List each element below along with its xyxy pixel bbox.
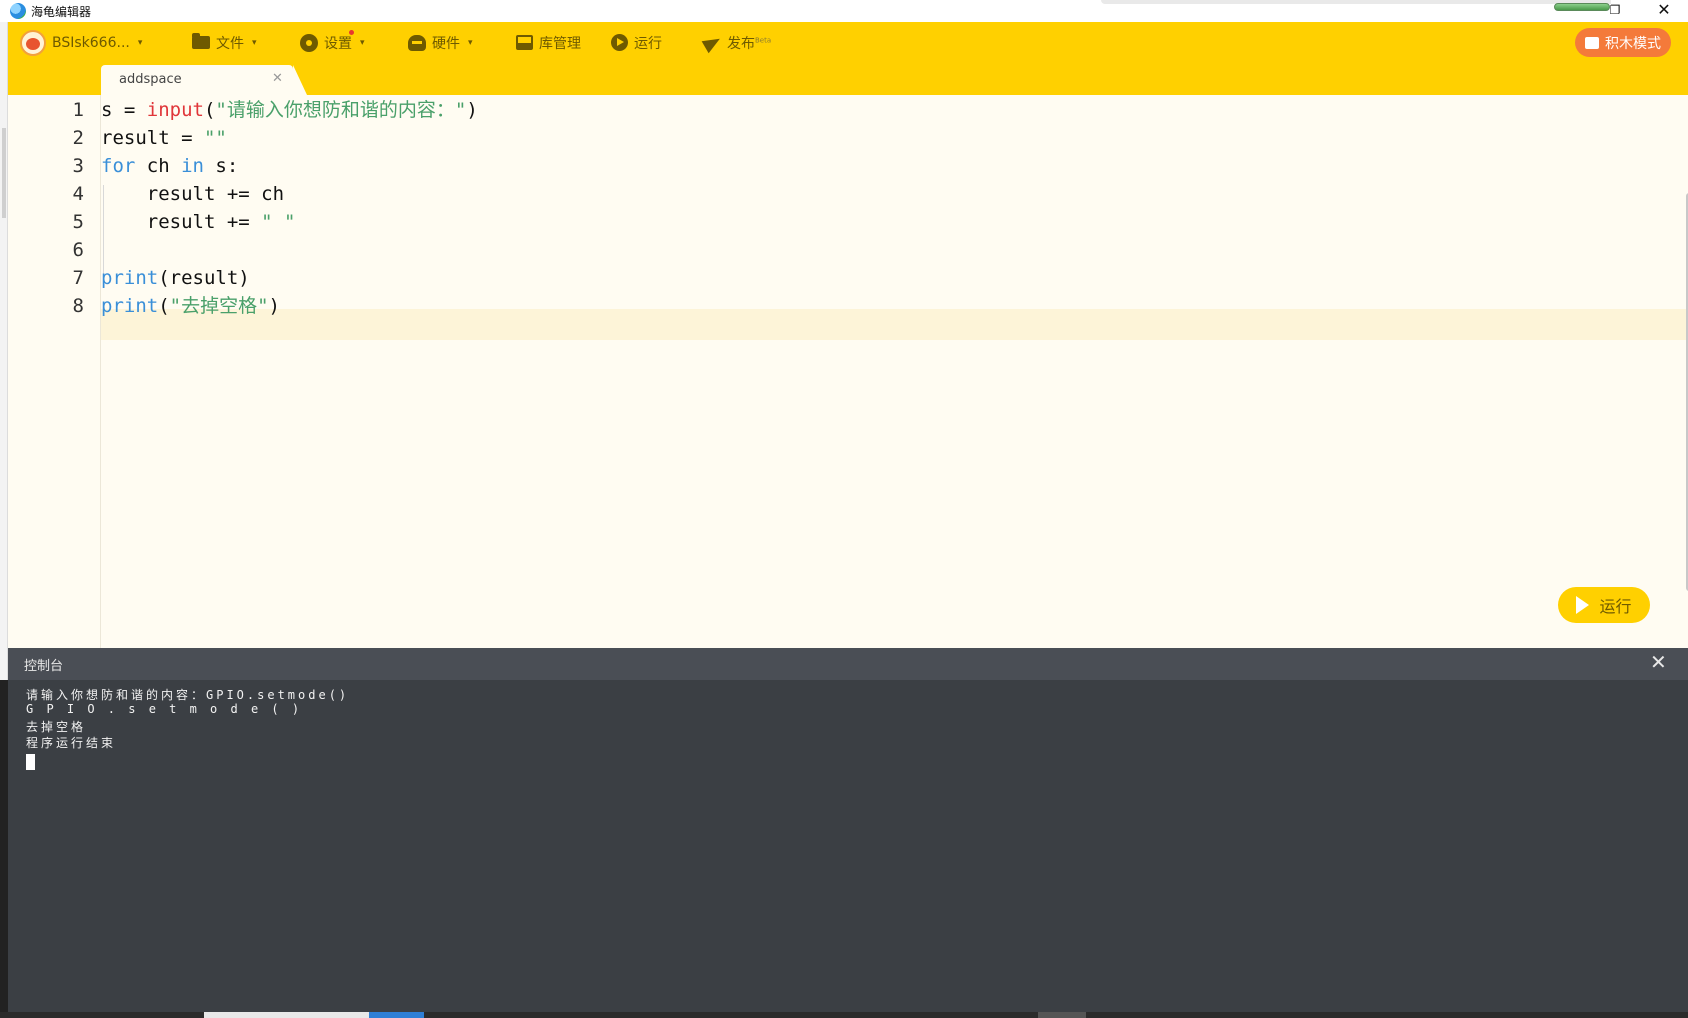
- hardware-menu-label: 硬件: [432, 35, 460, 52]
- chevron-down-icon: ▾: [137, 37, 143, 48]
- code-token: for: [101, 155, 136, 177]
- settings-menu[interactable]: 设置 ▾: [300, 22, 365, 63]
- run-code-button[interactable]: 运行: [1558, 587, 1650, 623]
- line-number-gutter: 1 2 3 4 5 6 7 8: [8, 95, 101, 648]
- line-number: 7: [72, 267, 84, 289]
- folder-icon: [192, 33, 210, 49]
- code-line[interactable]: result = "": [101, 123, 227, 153]
- close-tab-icon[interactable]: ✕: [272, 71, 283, 86]
- taskbar-item[interactable]: [204, 1012, 369, 1018]
- block-mode-label: 积木模式: [1605, 35, 1661, 52]
- user-menu[interactable]: BSIsk666... ▾: [20, 22, 142, 63]
- blocks-icon: [1585, 36, 1599, 49]
- taskbar-item[interactable]: [1038, 1012, 1086, 1018]
- user-name: BSIsk666...: [52, 34, 130, 51]
- console-line: G P I O . s e t m o d e ( ): [26, 702, 303, 716]
- line-number: 6: [72, 239, 84, 261]
- publish-button[interactable]: 发布Beta: [701, 22, 771, 63]
- main-toolbar: BSIsk666... ▾ 文件 ▾ 设置 ▾ 硬件 ▾ 库管理 运行 发布Be…: [8, 22, 1688, 63]
- code-token: "去掉空格": [169, 295, 269, 317]
- left-edge-handle: [2, 128, 6, 218]
- app-window: 海龟编辑器 ❐ ✕ BSIsk666... ▾ 文件 ▾ 设置 ▾ 硬件 ▾ 库…: [0, 0, 1688, 1018]
- settings-menu-label: 设置: [324, 35, 352, 52]
- close-console-button[interactable]: ✕: [1650, 650, 1667, 674]
- inbox-icon: [516, 35, 533, 50]
- tab-bar: addspace ✕: [8, 63, 1688, 95]
- app-title: 海龟编辑器: [31, 5, 92, 19]
- line-number: 8: [72, 295, 84, 317]
- console-line: 去掉空格: [26, 720, 87, 734]
- console-output[interactable]: 请输入你想防和谐的内容：GPIO.setmode() G P I O . s e…: [8, 680, 1688, 1012]
- code-token: "请输入你想防和谐的内容：": [215, 99, 467, 121]
- code-token: input: [146, 99, 204, 121]
- code-token: " ": [261, 211, 296, 233]
- code-token: (result): [158, 267, 250, 289]
- console-cursor: [26, 754, 35, 770]
- line-number: 2: [72, 127, 84, 149]
- code-line[interactable]: result += ch: [101, 179, 284, 209]
- tab-label: addspace: [119, 72, 182, 87]
- robot-icon: [408, 34, 426, 51]
- settings-notification-dot: [349, 30, 354, 35]
- app-logo-icon: [10, 3, 26, 19]
- title-bar-overlay: [1101, 0, 1611, 4]
- publish-text: 发布: [727, 35, 755, 52]
- line-number: 3: [72, 155, 84, 177]
- code-token: result += ch: [101, 183, 285, 205]
- console-line: 请输入你想防和谐的内容：GPIO.setmode(): [26, 688, 350, 702]
- chevron-down-icon: ▾: [360, 37, 365, 48]
- code-token: (: [158, 295, 170, 317]
- code-token: result +=: [101, 211, 262, 233]
- tab-addspace[interactable]: addspace ✕: [101, 65, 307, 95]
- file-menu-label: 文件: [216, 35, 244, 52]
- code-line[interactable]: for ch in s:: [101, 151, 238, 181]
- run-label: 运行: [634, 35, 662, 52]
- line-number: 1: [72, 99, 84, 121]
- code-token: result =: [101, 127, 204, 149]
- console-title: 控制台: [24, 659, 64, 674]
- code-token: ch: [135, 155, 182, 177]
- code-token: ): [268, 295, 280, 317]
- code-token: print: [101, 267, 159, 289]
- code-line[interactable]: result += " ": [101, 207, 296, 237]
- avatar-icon: [20, 29, 46, 56]
- code-line[interactable]: s = input("请输入你想防和谐的内容："): [101, 95, 478, 125]
- code-token: (: [203, 99, 216, 121]
- play-icon: [611, 34, 628, 51]
- code-token: print: [101, 295, 159, 317]
- close-window-button[interactable]: ✕: [1653, 0, 1675, 20]
- line-number: 4: [72, 183, 84, 205]
- current-line-highlight: [101, 309, 1688, 340]
- restore-window-button[interactable]: ❐: [1605, 1, 1625, 19]
- title-bar: 海龟编辑器 ❐ ✕: [0, 0, 1688, 22]
- hardware-menu[interactable]: 硬件 ▾: [408, 22, 473, 63]
- code-token: ): [466, 99, 478, 121]
- left-dark-edge: [0, 680, 8, 1018]
- run-code-label: 运行: [1599, 597, 1632, 616]
- code-editor[interactable]: 1 2 3 4 5 6 7 8 s = input("请输入你想防和谐的内容："…: [8, 95, 1688, 648]
- code-line[interactable]: print(result): [101, 263, 250, 293]
- code-token: in: [181, 155, 204, 177]
- beta-badge: Beta: [755, 35, 772, 44]
- file-menu[interactable]: 文件 ▾: [192, 22, 257, 63]
- code-token: s =: [101, 99, 147, 121]
- block-mode-button[interactable]: 积木模式: [1575, 28, 1671, 57]
- library-label: 库管理: [539, 35, 581, 52]
- library-management-button[interactable]: 库管理: [516, 22, 581, 63]
- chevron-down-icon: ▾: [468, 37, 473, 48]
- chevron-down-icon: ▾: [252, 37, 257, 48]
- taskbar-item-active[interactable]: [369, 1012, 424, 1018]
- code-token: s:: [203, 155, 239, 177]
- code-line[interactable]: print("去掉空格"): [101, 291, 280, 321]
- line-number: 5: [72, 211, 84, 233]
- gear-icon: [300, 33, 318, 52]
- publish-label: 发布Beta: [727, 33, 771, 53]
- battery-indicator: [1554, 3, 1610, 11]
- code-token: "": [203, 127, 227, 149]
- send-icon: [701, 32, 724, 53]
- run-toolbar-button[interactable]: 运行: [611, 22, 662, 63]
- console-line: 程序运行结束: [26, 736, 117, 750]
- play-icon: [1576, 596, 1590, 614]
- console-header: 控制台 ✕: [8, 648, 1688, 680]
